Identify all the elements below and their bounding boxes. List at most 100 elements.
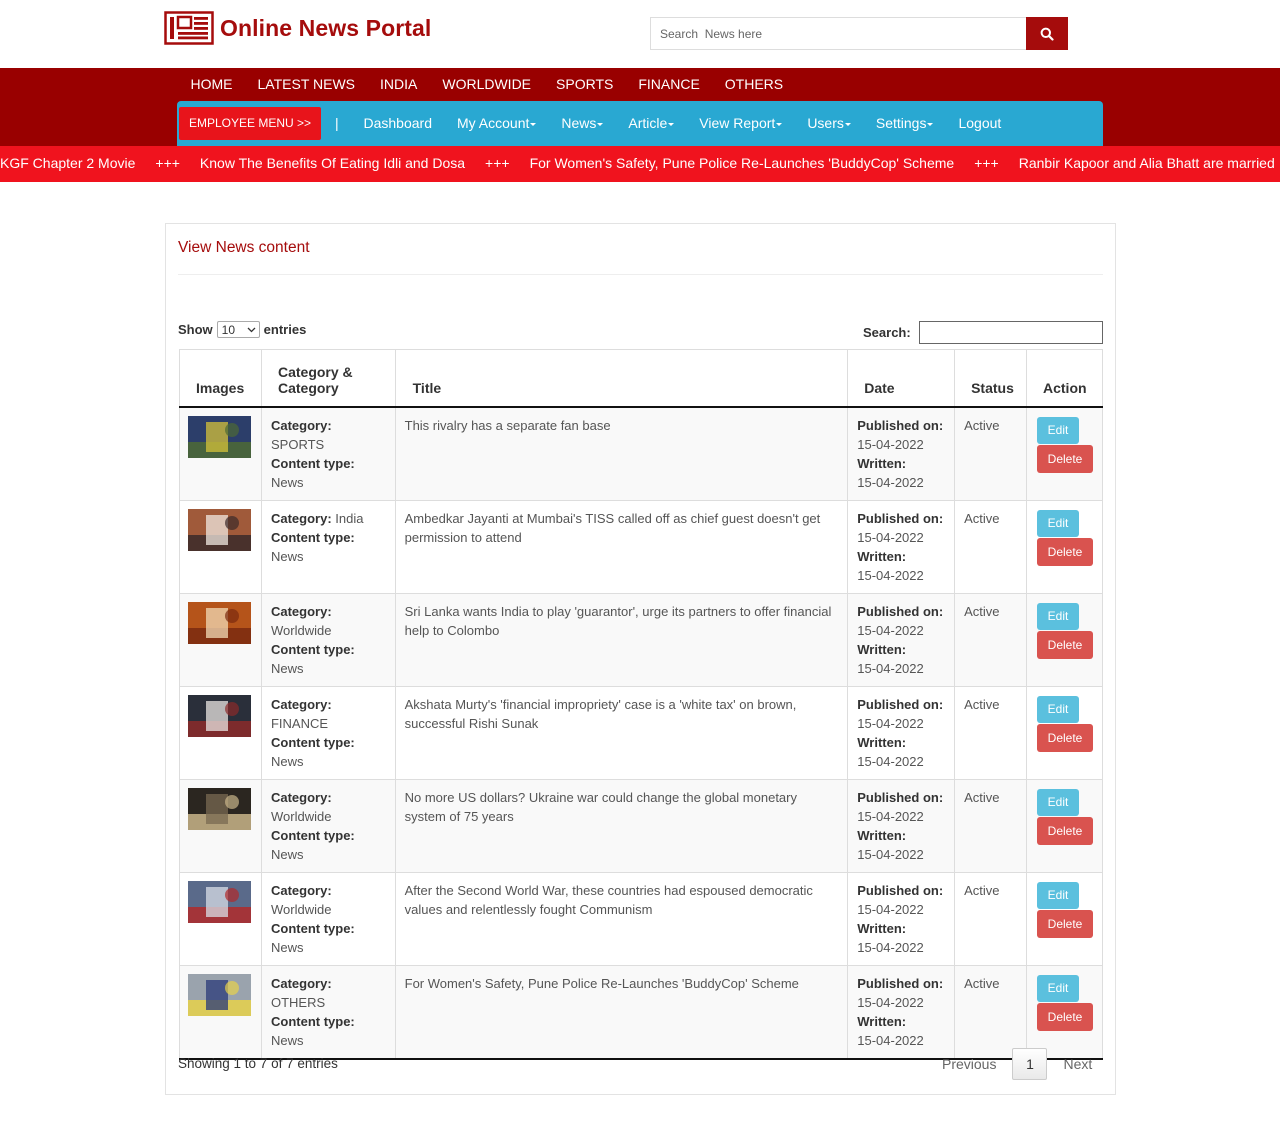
pagination-previous[interactable]: Previous	[929, 1048, 1012, 1080]
table-search-input[interactable]	[919, 321, 1103, 344]
action-cell: Edit Delete	[1026, 778, 1103, 873]
category-cell: Category: India Content type: News	[260, 499, 396, 594]
delete-button[interactable]: Delete	[1037, 630, 1093, 659]
header-search-button[interactable]	[1026, 17, 1068, 50]
search-icon	[1040, 27, 1054, 41]
date-cell: Published on: 15-04-2022 Written: 15-04-202…	[847, 499, 956, 594]
delete-button[interactable]: Delete	[1037, 444, 1093, 473]
menu-my-account-label: My Account	[457, 115, 530, 131]
table-row: Category: Worldwide Content type: News Afte…	[179, 871, 1103, 966]
pagination-next[interactable]: Next	[1047, 1048, 1105, 1080]
menu-users[interactable]: Users	[795, 101, 864, 146]
status-cell: Active	[954, 406, 1027, 501]
content-type-label: Content type:	[270, 529, 355, 545]
menu-logout[interactable]: Logout	[946, 101, 1014, 146]
table-row: Category: Worldwide Content type: News No m…	[179, 778, 1103, 873]
menu-news[interactable]: News	[549, 101, 616, 146]
content-type-label: Content type:	[270, 641, 355, 657]
published-date: 15-04-2022	[857, 808, 924, 824]
nav-india[interactable]: INDIA	[368, 68, 430, 100]
content-type-value: News	[270, 939, 304, 955]
table-search-label: Search:	[863, 325, 911, 340]
column-header-images[interactable]: Images	[179, 349, 262, 408]
delete-button[interactable]: Delete	[1037, 537, 1093, 566]
edit-button[interactable]: Edit	[1037, 974, 1079, 1002]
table-row: Category: India Content type: News Ambedkar…	[179, 499, 1103, 594]
nav-sports[interactable]: SPORTS	[544, 68, 626, 100]
delete-button[interactable]: Delete	[1037, 723, 1093, 752]
published-date: 15-04-2022	[857, 901, 924, 917]
edit-button[interactable]: Edit	[1037, 416, 1079, 444]
ticker-separator: +++	[155, 155, 180, 171]
main-nav: HOME LATEST NEWS INDIA WORLDWIDE SPORTS …	[178, 68, 796, 100]
map-photo	[188, 601, 251, 644]
hall-photo	[188, 787, 251, 830]
edit-button[interactable]: Edit	[1037, 509, 1079, 537]
menu-settings-label: Settings	[875, 115, 927, 131]
menu-article-label: Article	[628, 115, 668, 131]
published-date: 15-04-2022	[857, 994, 924, 1010]
published-label: Published on:	[857, 696, 944, 712]
site-logo[interactable]: Online News Portal	[164, 11, 431, 45]
published-label: Published on:	[857, 975, 944, 991]
category-value: Worldwide	[270, 622, 332, 638]
flags-photo	[188, 880, 251, 923]
pagination: Previous 1 Next	[929, 1048, 1105, 1080]
content-type-label: Content type:	[270, 827, 355, 843]
employee-menu-bar: EMPLOYEE MENU >> | Dashboard My Account …	[177, 101, 1103, 146]
menu-article[interactable]: Article	[616, 101, 687, 146]
divider	[178, 274, 1103, 275]
written-label: Written:	[857, 827, 907, 843]
category-cell: Category: OTHERS Content type: News	[260, 964, 396, 1060]
page-size-select[interactable]: 10	[216, 321, 260, 338]
entries-label: entries	[263, 322, 307, 337]
pagination-page-1[interactable]: 1	[1012, 1048, 1048, 1080]
column-header-category[interactable]: Category & Category	[260, 349, 396, 408]
edit-button[interactable]: Edit	[1037, 695, 1079, 723]
category-label: Category:	[270, 882, 332, 898]
category-label: Category:	[270, 417, 332, 433]
ticker-separator: +++	[974, 155, 999, 171]
nav-worldwide[interactable]: WORLDWIDE	[430, 68, 544, 100]
employee-menu-button[interactable]: EMPLOYEE MENU >>	[179, 107, 321, 140]
image-cell	[179, 592, 262, 687]
menu-settings[interactable]: Settings	[863, 101, 946, 146]
menu-my-account[interactable]: My Account	[445, 101, 549, 146]
header-search-input[interactable]	[650, 17, 1026, 50]
delete-button[interactable]: Delete	[1037, 909, 1093, 938]
action-cell: Edit Delete	[1026, 685, 1103, 780]
column-header-date[interactable]: Date	[847, 349, 956, 408]
column-header-status[interactable]: Status	[954, 349, 1027, 408]
category-value: OTHERS	[270, 994, 326, 1010]
image-cell	[179, 871, 262, 966]
ticker-item[interactable]: Know The Benefits Of Eating Idli and Dos…	[200, 146, 465, 181]
date-cell: Published on: 15-04-2022 Written: 15-04-202…	[847, 778, 956, 873]
category-cell: Category: FINANCE Content type: News	[260, 685, 396, 780]
edit-button[interactable]: Edit	[1037, 788, 1079, 816]
table-header-row: Images Category & Category Title Date Sta…	[179, 349, 1103, 408]
column-header-title[interactable]: Title	[394, 349, 849, 408]
date-cell: Published on: 15-04-2022 Written: 15-04-202…	[847, 964, 956, 1060]
written-label: Written:	[857, 641, 907, 657]
edit-button[interactable]: Edit	[1037, 602, 1079, 630]
ticker-separator: +++	[1275, 146, 1280, 181]
nav-home[interactable]: HOME	[178, 68, 245, 100]
nav-latest-news[interactable]: LATEST NEWS	[245, 68, 368, 100]
menu-view-report[interactable]: View Report	[687, 101, 795, 146]
delete-button[interactable]: Delete	[1037, 816, 1093, 845]
menu-separator: |	[335, 115, 339, 131]
category-label: Category:	[270, 789, 332, 805]
ticker-item[interactable]: For Women's Safety, Pune Police Re-Launc…	[530, 146, 955, 181]
menu-dashboard[interactable]: Dashboard	[351, 101, 445, 146]
delete-button[interactable]: Delete	[1037, 1002, 1093, 1031]
nav-others[interactable]: OTHERS	[712, 68, 795, 100]
ticker-item[interactable]: KGF Chapter 2 Movie	[0, 146, 135, 181]
portrait-photo	[188, 508, 251, 551]
action-cell: Edit Delete	[1026, 406, 1103, 501]
edit-button[interactable]: Edit	[1037, 881, 1079, 909]
caret-down-icon	[776, 122, 783, 126]
ticker-item[interactable]: Ranbir Kapoor and Alia Bhatt are married	[1019, 146, 1275, 181]
menu-users-label: Users	[807, 115, 844, 131]
nav-finance[interactable]: FINANCE	[626, 68, 712, 100]
image-cell	[179, 406, 262, 501]
